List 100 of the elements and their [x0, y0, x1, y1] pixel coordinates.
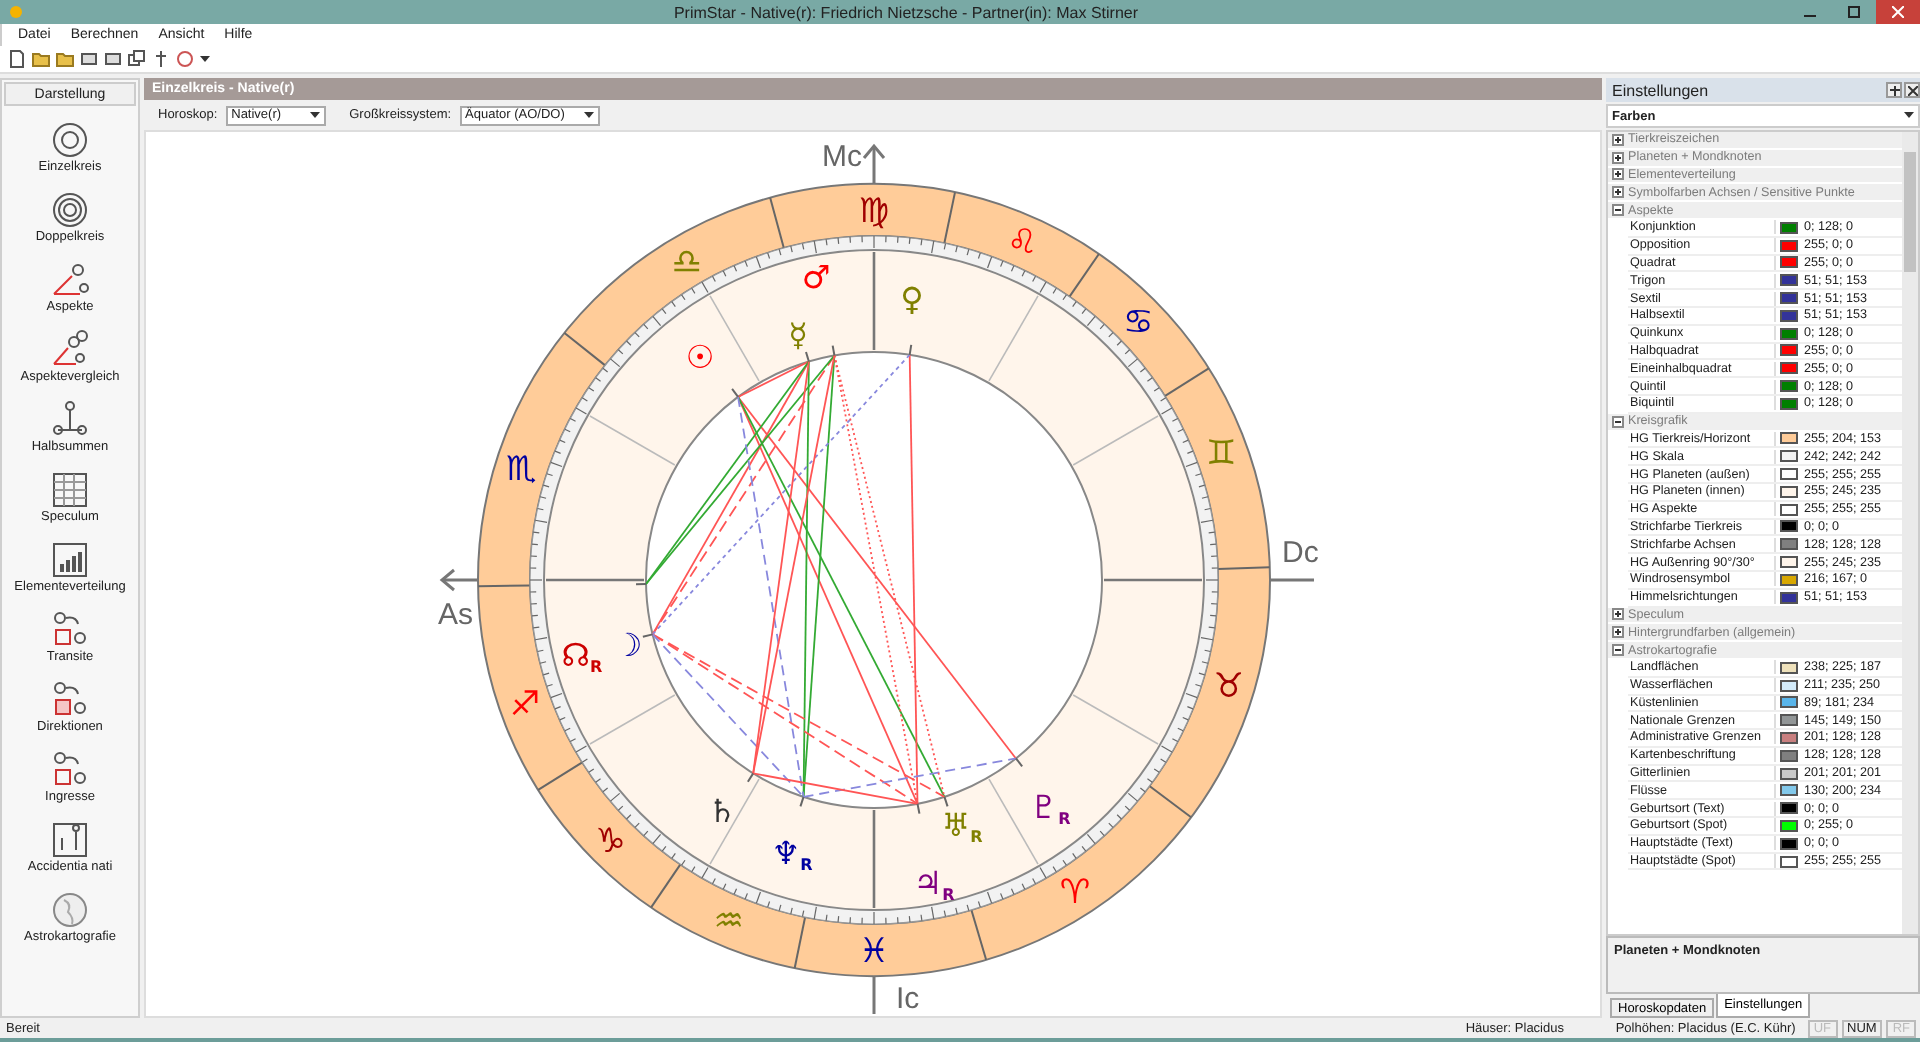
planet-symbol: ☊$_{R}$	[561, 636, 603, 676]
pin-button[interactable]	[1886, 82, 1902, 98]
transit-icon	[48, 750, 92, 790]
color-swatch[interactable]	[1780, 591, 1798, 604]
zodiac-sign: ♏	[506, 450, 537, 491]
midpoint-icon	[48, 400, 92, 440]
color-swatch[interactable]	[1780, 485, 1798, 498]
zodiac-sign: ♓	[858, 932, 890, 972]
axis-arrow	[439, 568, 478, 592]
ring-icon	[48, 120, 92, 160]
color-swatch[interactable]	[1780, 696, 1798, 709]
color-swatch[interactable]	[1780, 802, 1798, 815]
planet-symbol: ♃$_{R}$	[913, 864, 955, 904]
scrollbar-thumb[interactable]	[1904, 152, 1916, 272]
zodiac-sign: ♈	[1059, 872, 1091, 913]
planet-symbol: ♇$_{R}$	[1029, 788, 1071, 828]
new-document-icon[interactable]	[8, 50, 26, 68]
window-title: PrimStar - Native(r): Friedrich Nietzsche - Partner(in): Max Stirner	[671, 3, 1141, 21]
color-swatch[interactable]	[1780, 256, 1798, 269]
color-swatch[interactable]	[1780, 714, 1798, 727]
planet-symbol: ☉	[685, 338, 715, 376]
color-swatch[interactable]	[1780, 362, 1798, 375]
folder-icon[interactable]	[56, 50, 74, 68]
zodiac-sign: ♌	[1006, 222, 1038, 263]
zodiac-sign: ♑	[595, 821, 626, 862]
bar-chart-icon	[48, 540, 92, 580]
zodiac-sign: ♎	[671, 242, 702, 283]
transit-icon	[48, 680, 92, 720]
planet-symbol: ☽	[613, 626, 643, 664]
aspect-angle-icon	[48, 260, 92, 300]
expand-icon[interactable]	[1612, 133, 1624, 146]
caret-icon	[583, 111, 594, 119]
axis-label: Dc	[1282, 536, 1319, 570]
sun-icon	[8, 4, 24, 20]
color-swatch[interactable]	[1780, 679, 1798, 692]
open-folder-icon[interactable]	[32, 50, 50, 68]
planet-symbol: ♅$_{R}$	[941, 806, 983, 846]
color-swatch[interactable]	[1780, 221, 1798, 234]
color-swatch[interactable]	[1780, 380, 1798, 393]
windows-icon[interactable]	[128, 50, 146, 68]
color-swatch[interactable]	[1780, 767, 1798, 780]
color-swatch[interactable]	[1780, 450, 1798, 463]
color-swatch[interactable]	[1780, 274, 1798, 287]
axis-line	[1270, 578, 1314, 582]
axis-label: As	[438, 598, 474, 632]
zodiac-sign: ♉	[1213, 667, 1244, 708]
collapse-icon[interactable]	[1612, 644, 1624, 656]
double-ring-icon	[48, 190, 92, 230]
color-swatch[interactable]	[1780, 468, 1798, 481]
axis-arrow	[862, 143, 886, 184]
collapse-icon[interactable]	[1612, 204, 1624, 217]
color-swatch[interactable]	[1780, 327, 1798, 340]
axis-line	[872, 976, 876, 1014]
color-swatch[interactable]	[1780, 837, 1798, 850]
collapse-icon[interactable]	[1612, 415, 1624, 428]
caret-icon	[200, 55, 210, 63]
color-swatch[interactable]	[1780, 292, 1798, 305]
caret-icon	[309, 111, 320, 119]
color-swatch[interactable]	[1780, 661, 1798, 674]
color-swatch[interactable]	[1780, 573, 1798, 586]
planet-symbol: ♂	[801, 258, 831, 296]
color-swatch[interactable]	[1780, 538, 1798, 551]
color-swatch[interactable]	[1780, 731, 1798, 744]
planet-symbol: ☿	[788, 316, 808, 354]
color-swatch[interactable]	[1780, 309, 1798, 322]
color-swatch[interactable]	[1780, 239, 1798, 252]
globe-icon	[48, 890, 92, 930]
expand-icon[interactable]	[1612, 151, 1624, 164]
planet-symbol: ♆$_{R}$	[771, 834, 813, 874]
expand-icon[interactable]	[1612, 608, 1624, 621]
scrollbar[interactable]	[1902, 132, 1918, 934]
color-swatch[interactable]	[1780, 556, 1798, 569]
planet-symbol: ♀	[900, 280, 924, 318]
expand-icon[interactable]	[1612, 168, 1624, 181]
color-swatch[interactable]	[1780, 432, 1798, 445]
maximize-icon	[1848, 6, 1860, 18]
color-swatch[interactable]	[1780, 819, 1798, 832]
table-icon	[48, 470, 92, 510]
zodiac-sign: ♐	[509, 684, 541, 725]
aspect-compare-icon	[48, 330, 92, 370]
color-swatch[interactable]	[1780, 855, 1798, 868]
zodiac-sign: ♊	[1206, 434, 1237, 475]
caret-icon	[1904, 112, 1914, 120]
close-button[interactable]	[1876, 0, 1920, 24]
color-swatch[interactable]	[1780, 784, 1798, 797]
color-swatch[interactable]	[1780, 520, 1798, 533]
color-swatch[interactable]	[1780, 344, 1798, 357]
expand-icon[interactable]	[1612, 186, 1624, 199]
zodiac-sign: ♍	[858, 192, 890, 232]
close-icon	[1892, 6, 1904, 18]
color-swatch[interactable]	[1780, 749, 1798, 762]
transit-icon	[48, 610, 92, 650]
zodiac-sign: ♋	[1123, 303, 1154, 344]
expand-icon[interactable]	[1612, 626, 1624, 639]
close-button[interactable]	[1904, 82, 1920, 98]
color-swatch[interactable]	[1780, 503, 1798, 516]
close-icon	[1907, 85, 1917, 95]
planet-symbol: ♄	[707, 792, 737, 830]
zodiac-sign: ♒	[713, 902, 745, 943]
color-swatch[interactable]	[1780, 397, 1798, 410]
